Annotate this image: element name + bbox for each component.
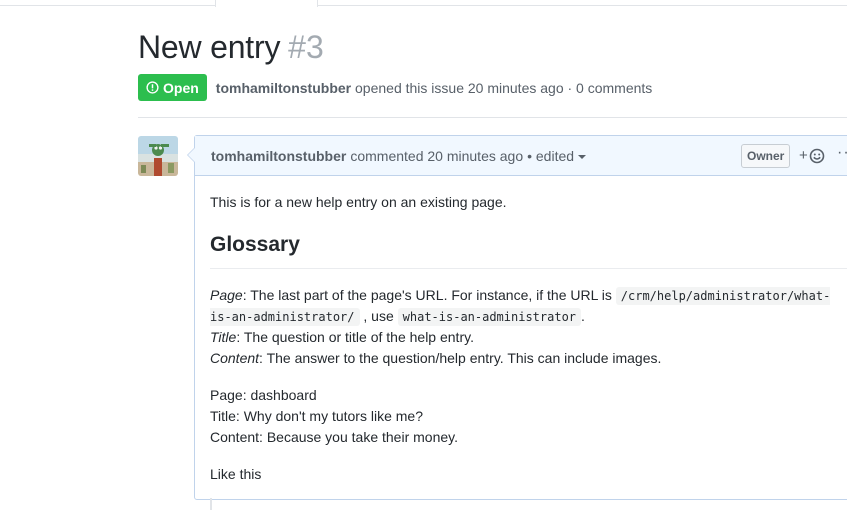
comment-time[interactable]: commented 20 minutes ago [350,148,523,164]
opened-text: opened this issue 20 minutes ago · 0 com… [355,79,653,96]
edited-label: • edited [527,147,575,164]
intro-paragraph: This is for a new help entry on an exist… [210,194,507,210]
issue-title-row: New entry #3 [138,29,324,66]
glossary-heading: Glossary [210,229,847,269]
outro-paragraph: Like this [210,465,262,482]
edited-dropdown[interactable]: • edited [527,147,587,164]
content-desc: : The answer to the question/help entry.… [259,349,662,366]
page-desc-1: : The last part of the page's URL. For i… [242,286,612,303]
content-term: Content [210,349,260,366]
comment-author-link[interactable]: tomhamiltonstubber [211,148,346,164]
owner-badge: Owner [741,144,791,168]
comment-box: tomhamiltonstubber commented 20 minutes … [187,135,847,500]
timeline-line [210,498,212,510]
issue-opened-icon [146,81,159,94]
title-desc: : The question or title of the help entr… [236,328,474,345]
state-badge: Open [138,74,207,101]
glossary-title: Title: The question or title of the help… [210,327,847,348]
issue-page: New entry #3 Open tomhamiltonstubber ope… [0,0,847,510]
example-line: Title: Why don't my tutors like me? [210,407,423,424]
smiley-icon [809,148,825,163]
issue-title: New entry [138,29,281,65]
issue-author-link[interactable]: tomhamiltonstubber [216,80,351,96]
meta-text: tomhamiltonstubber opened this issue 20 … [216,80,653,96]
glossary-content: Content: The answer to the question/help… [210,348,847,369]
page-desc-2: , use [363,307,394,324]
page-term: Page [210,286,243,303]
example-line: Content: Because you take their money. [210,428,458,445]
comment-header: tomhamiltonstubber commented 20 minutes … [195,136,847,176]
title-term: Title [210,328,237,345]
example-entry: Page: dashboard Title: Why don't my tuto… [210,385,847,448]
avatar-image [138,136,178,176]
glossary-list: Page: The last part of the page's URL. F… [210,285,847,369]
avatar[interactable] [138,136,178,176]
comment-body: This is for a new help entry on an exist… [195,176,847,510]
page-code-2: what-is-an-administrator [397,307,582,326]
plus-label: + [799,147,808,164]
tab-strip [0,0,847,7]
caret-down-icon [578,154,587,159]
page-desc-3: . [581,307,585,324]
glossary-page: Page: The last part of the page's URL. F… [210,285,847,327]
example-line: Page: dashboard [210,386,317,403]
state-label: Open [163,79,199,96]
add-reaction-button[interactable]: + [799,147,825,164]
selected-tab[interactable] [215,0,318,7]
header-divider [138,117,847,118]
kebab-icon[interactable]: ··· [837,144,847,162]
issue-meta: Open tomhamiltonstubber opened this issu… [138,74,652,101]
issue-number: #3 [288,29,324,65]
